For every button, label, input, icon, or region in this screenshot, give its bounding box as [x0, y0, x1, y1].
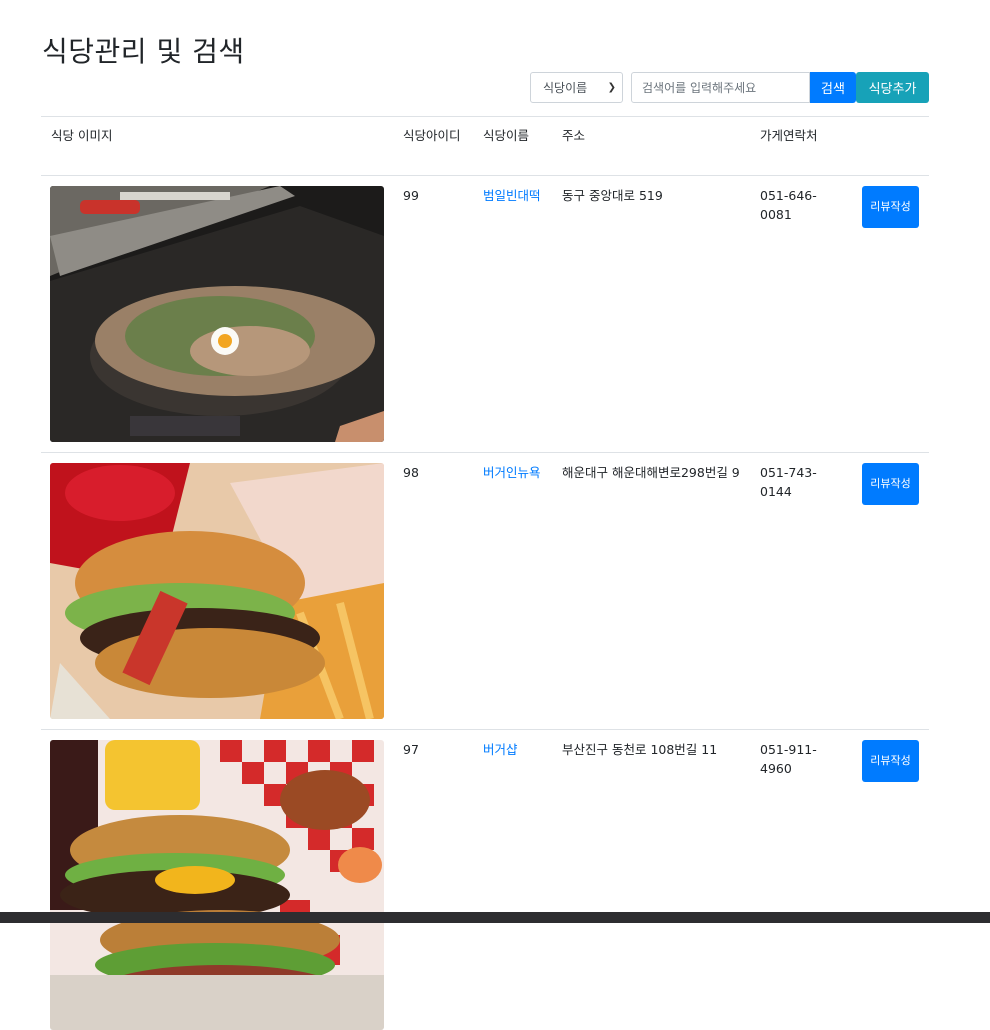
restaurant-name-link[interactable]: 범일빈대떡: [483, 186, 545, 205]
add-restaurant-button[interactable]: 식당추가: [856, 72, 929, 103]
write-review-button[interactable]: 리뷰작성: [862, 463, 919, 505]
search-input[interactable]: [631, 72, 810, 103]
search-button[interactable]: 검색: [810, 72, 856, 103]
restaurant-address: 해운대구 해운대해변로298번길 9: [562, 465, 740, 480]
restaurant-phone: 051-743-0144: [760, 465, 817, 499]
restaurant-address: 부산진구 동천로 108번길 11: [562, 742, 718, 757]
table-header: 식당 이미지 식당아이디 식당이름 주소 가게연락처: [41, 116, 929, 176]
restaurant-name-link[interactable]: 버거인뉴욕: [483, 463, 545, 482]
col-header-image: 식당 이미지: [51, 128, 113, 143]
col-header-address: 주소: [562, 128, 586, 143]
page-title: 식당관리 및 검색: [42, 35, 245, 68]
os-taskbar: [0, 912, 990, 923]
col-header-phone: 가게연락처: [760, 128, 818, 143]
chevron-down-icon: ❯: [607, 82, 616, 93]
table-row: 98 버거인뉴욕 해운대구 해운대해변로298번길 9 051-743-0144…: [41, 453, 929, 730]
restaurant-table: 식당 이미지 식당아이디 식당이름 주소 가게연락처 99 범일빈대떡 동구 중…: [41, 116, 929, 1030]
col-header-name: 식당이름: [483, 128, 530, 143]
search-type-value: 식당이름: [543, 81, 588, 95]
restaurant-id: 99: [403, 188, 419, 203]
search-type-select[interactable]: 식당이름 ❯: [530, 72, 623, 103]
table-row: 97 버거샵 부산진구 동천로 108번길 11 051-911-4960 리뷰…: [41, 730, 929, 1030]
restaurant-image: [50, 186, 384, 442]
restaurant-image: [50, 463, 384, 719]
restaurant-phone: 051-646-0081: [760, 188, 817, 222]
restaurant-address: 동구 중앙대로 519: [562, 188, 663, 203]
write-review-button[interactable]: 리뷰작성: [862, 186, 919, 228]
table-row: 99 범일빈대떡 동구 중앙대로 519 051-646-0081 리뷰작성: [41, 176, 929, 453]
restaurant-id: 97: [403, 742, 419, 757]
col-header-id: 식당아이디: [403, 128, 461, 143]
restaurant-name-link[interactable]: 버거샵: [483, 740, 545, 759]
restaurant-phone: 051-911-4960: [760, 742, 817, 776]
restaurant-id: 98: [403, 465, 419, 480]
write-review-button[interactable]: 리뷰작성: [862, 740, 919, 782]
restaurant-image: [50, 740, 384, 1030]
